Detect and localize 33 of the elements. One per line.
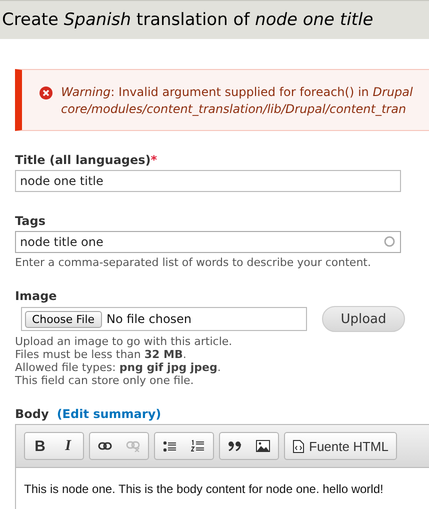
page-title: Create Spanish translation of node one title xyxy=(2,10,374,30)
bulleted-list-icon xyxy=(163,440,177,452)
field-description: Upload an image to go with this article. xyxy=(15,335,234,348)
field-description: This field can store only one file. xyxy=(15,374,195,387)
field-description: Enter a comma-separated list of words to describe your content. xyxy=(15,256,372,269)
message-text: core/modules/content_translation/lib/Drupal/content_tran xyxy=(61,101,408,118)
numbered-list-icon xyxy=(191,440,205,452)
unlink-icon xyxy=(126,440,140,452)
quote-icon xyxy=(228,441,242,451)
message-text: Warning: Invalid argument supplied for foreach() in Drupal xyxy=(61,84,413,101)
field-label: Image xyxy=(15,289,58,303)
document-icon xyxy=(293,440,304,452)
bold-button[interactable]: B xyxy=(27,435,53,457)
edit-summary-link[interactable]: (Edit summary) xyxy=(56,407,162,421)
file-input[interactable]: Choose File No file chosen xyxy=(21,307,307,331)
image-icon xyxy=(256,440,270,452)
field-description: Files must be less than 32 MB. xyxy=(15,348,188,361)
source-button[interactable]: Fuente HTML xyxy=(287,435,394,457)
field-description: Allowed file types: png gif jpg jpeg. xyxy=(15,361,222,374)
autocomplete-icon xyxy=(384,236,395,247)
field-label: Body xyxy=(15,407,49,421)
choose-file-button[interactable]: Choose File xyxy=(25,310,102,328)
upload-button[interactable]: Upload xyxy=(322,306,405,332)
field-label: Title (all languages)* xyxy=(15,153,158,167)
link-icon xyxy=(98,442,112,450)
tags-input[interactable]: node title one xyxy=(15,231,401,253)
italic-button[interactable]: I xyxy=(55,435,81,457)
title-input[interactable]: node one title xyxy=(15,170,401,192)
error-icon xyxy=(39,86,53,100)
file-status: No file chosen xyxy=(106,312,192,326)
body-text: This is node one. This is the body content for node one. hello world! xyxy=(23,481,384,498)
field-label: Tags xyxy=(15,214,46,228)
required-mark: * xyxy=(150,153,158,167)
